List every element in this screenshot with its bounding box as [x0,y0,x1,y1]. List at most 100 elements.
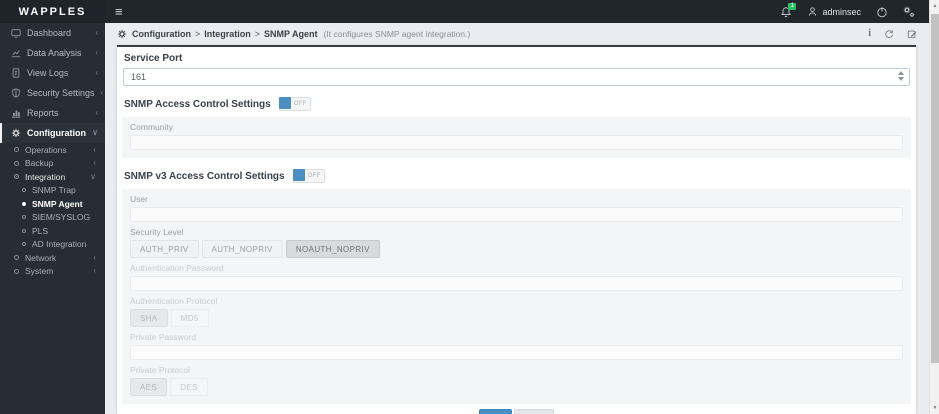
circle-icon [22,215,26,219]
md5-button: MD5 [171,309,209,327]
sidebar-item-reports[interactable]: Reports ‹ [0,103,105,123]
sidebar-item-label: SNMP Agent [32,199,83,209]
sidebar-item-integration[interactable]: Integration ∨ [0,170,105,184]
circle-icon [14,147,19,152]
sidebar-item-system[interactable]: System ‹ [0,265,105,279]
scrollbar-thumb[interactable] [931,14,939,363]
sidebar-item-siem-syslog[interactable]: SIEM/SYSLOG [0,211,105,225]
sidebar-item-label: Configuration [27,128,86,138]
top-bar: ≡ 1 adminsec [105,0,929,23]
breadcrumb: Configuration>Integration>SNMP Agent [132,29,318,39]
user-label: User [130,195,903,204]
snmp-access-panel: Community [122,117,911,158]
sidebar-item-network[interactable]: Network ‹ [0,251,105,265]
sidebar-item-label: View Logs [27,68,89,78]
snmp-access-section-header: SNMP Access Control Settings OFF [124,97,909,111]
sidebar-item-label: Network [25,253,56,263]
notifications-button[interactable]: 1 [780,6,792,18]
sidebar-item-label: Operations [25,145,67,155]
gear-icon [11,128,21,138]
monitor-icon [11,28,21,38]
power-icon[interactable] [876,6,888,18]
form-action-buttons [117,409,916,414]
sidebar-item-label: Integration [25,172,65,182]
page-description: (It configures SNMP agent integration.) [324,29,471,39]
user-input [130,207,903,222]
noauth-nopriv-button[interactable]: NOAUTH_NOPRIV [286,240,380,258]
sidebar-item-label: Reports [27,108,89,118]
sidebar-item-label: Dashboard [27,28,89,38]
community-label: Community [130,123,903,132]
sidebar: WAPPLES Dashboard ‹ Data Analysis ‹ View… [0,0,105,414]
filled-circle-icon [22,202,26,206]
secondary-action-button[interactable] [514,409,554,414]
circle-icon [14,255,19,260]
chevron-left-icon: ‹ [101,89,104,97]
chevron-left-icon: ‹ [93,146,96,154]
sidebar-item-view-logs[interactable]: View Logs ‹ [0,63,105,83]
sidebar-item-snmp-trap[interactable]: SNMP Trap [0,184,105,198]
menu-toggle-icon[interactable]: ≡ [105,4,133,19]
sidebar-item-data-analysis[interactable]: Data Analysis ‹ [0,43,105,63]
chevron-left-icon: ‹ [93,159,96,167]
snmp-access-toggle[interactable]: OFF [279,97,311,111]
private-password-label: Private Password [130,333,903,342]
snmp-agent-form: Service Port SNMP Access Control Setting… [117,45,916,414]
vertical-scrollbar[interactable]: ▲ ▼ [929,0,939,414]
sidebar-item-configuration[interactable]: Configuration ∨ [0,123,105,143]
bar-chart-icon [11,108,21,118]
edit-icon[interactable] [907,29,917,39]
sidebar-item-label: AD Integration [32,239,86,249]
sidebar-item-snmp-agent[interactable]: SNMP Agent [0,197,105,211]
auth-nopriv-button[interactable]: AUTH_NOPRIV [202,240,283,258]
sidebar-item-label: System [25,266,53,276]
refresh-icon[interactable] [884,29,894,39]
auth-password-label: Authentication Password [130,264,903,273]
chevron-left-icon: ‹ [95,49,98,57]
snmp-access-label: SNMP Access Control Settings [124,99,271,110]
auth-protocol-label: Authentication Protocol [130,297,903,306]
stepper-up-icon[interactable] [898,71,904,75]
toggle-state-label: OFF [291,98,310,110]
breadcrumb-separator: > [195,29,200,39]
sidebar-item-backup[interactable]: Backup ‹ [0,157,105,171]
service-port-label: Service Port [124,53,909,64]
notification-badge: 1 [788,3,796,10]
circle-icon [14,161,19,166]
circle-icon [22,242,26,246]
document-icon [11,68,21,78]
community-input [130,135,903,150]
sha-button: SHA [130,309,168,327]
breadcrumb-item: SNMP Agent [264,29,318,39]
private-protocol-options: AES DES [130,378,903,396]
brand-logo: WAPPLES [0,0,105,23]
circle-icon [14,269,19,274]
sidebar-item-pls[interactable]: PLS [0,224,105,238]
sidebar-item-label: PLS [32,226,48,236]
gears-icon[interactable] [903,6,915,18]
sidebar-item-dashboard[interactable]: Dashboard ‹ [0,23,105,43]
sidebar-item-label: Security Settings [27,88,95,98]
sidebar-item-security-settings[interactable]: Security Settings ‹ [0,83,105,103]
user-menu[interactable]: adminsec [807,6,861,17]
snmp-v3-toggle[interactable]: OFF [293,169,325,183]
gear-icon [117,29,127,39]
scroll-up-icon[interactable]: ▲ [930,3,939,9]
breadcrumb-item: Configuration [132,29,191,39]
scroll-down-icon[interactable]: ▼ [930,405,939,411]
auth-priv-button[interactable]: AUTH_PRIV [130,240,199,258]
username-label: adminsec [822,7,861,17]
sidebar-item-ad-integration[interactable]: AD Integration [0,238,105,252]
sidebar-item-label: Backup [25,158,53,168]
service-port-input[interactable] [123,68,910,86]
security-level-label: Security Level [130,228,903,237]
breadcrumb-item: Integration [204,29,251,39]
info-icon[interactable]: i [868,29,871,39]
primary-action-button[interactable] [479,409,512,414]
sidebar-item-operations[interactable]: Operations ‹ [0,143,105,157]
chevron-down-icon: ∨ [90,173,96,181]
aes-button: AES [130,378,167,396]
number-stepper[interactable] [898,71,904,81]
toggle-knob [293,169,305,181]
stepper-down-icon[interactable] [898,77,904,81]
